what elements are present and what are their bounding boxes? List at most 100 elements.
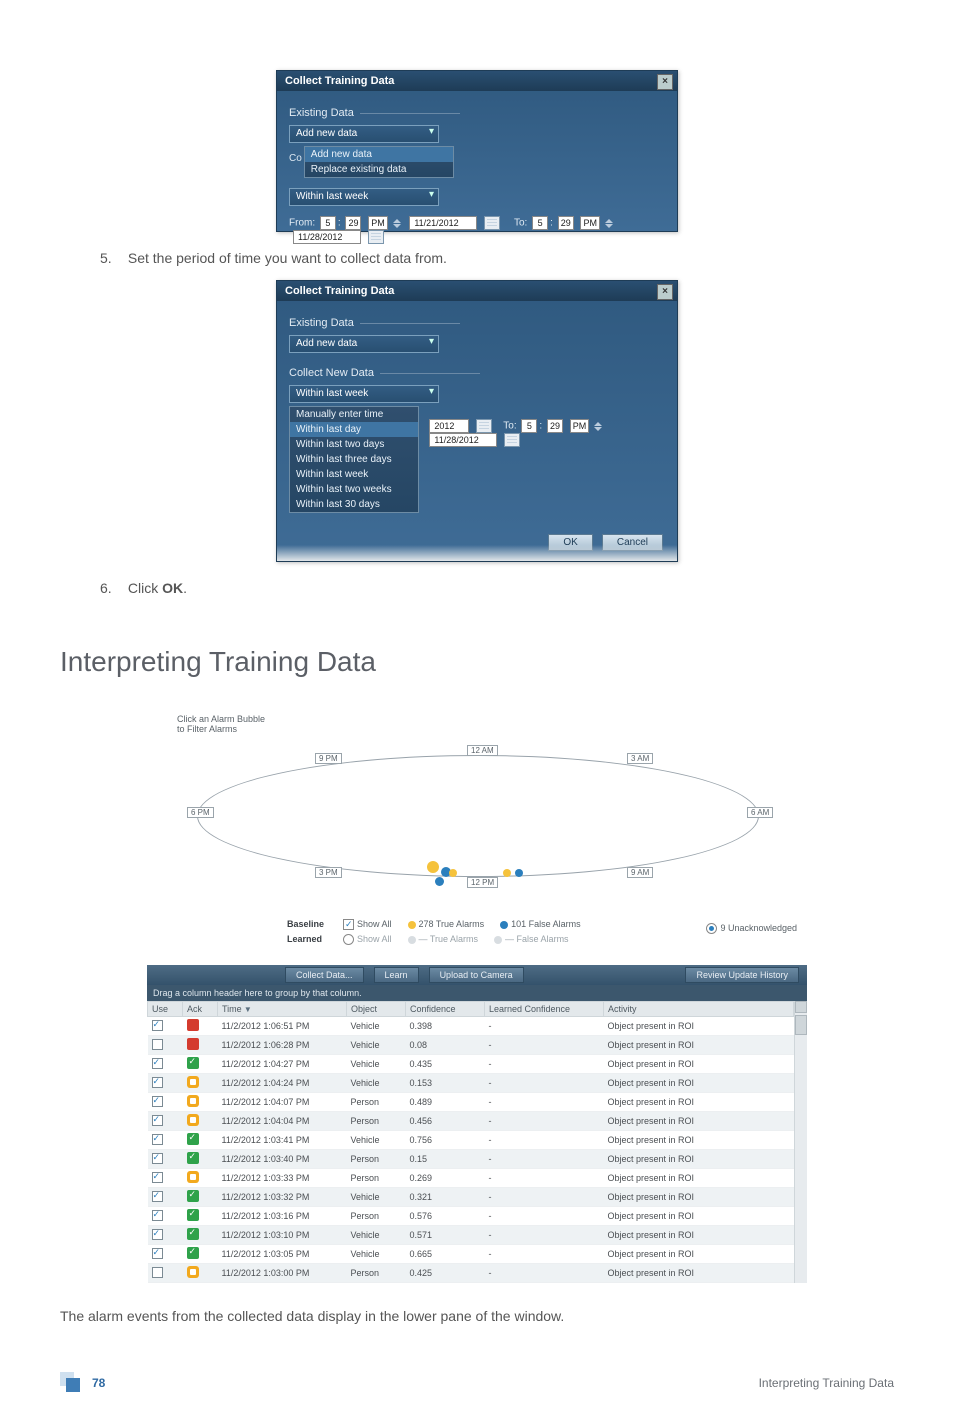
ack-icon[interactable]: [187, 1076, 199, 1088]
ack-icon[interactable]: [187, 1209, 199, 1221]
period-menu[interactable]: Manually enter time Within last day With…: [289, 406, 419, 513]
table-row[interactable]: 11/2/2012 1:03:32 PMVehicle0.321-Object …: [148, 1188, 794, 1207]
existing-data-menu[interactable]: Add new data Replace existing data: [304, 146, 454, 178]
checkbox-show-all[interactable]: [343, 919, 354, 930]
cell-activity: Object present in ROI: [604, 1207, 794, 1226]
use-checkbox[interactable]: [152, 1020, 163, 1031]
to-date[interactable]: 11/28/2012: [293, 230, 361, 244]
to-date[interactable]: 11/28/2012: [429, 433, 497, 447]
alarm-bubble[interactable]: [427, 861, 439, 873]
existing-data-combo[interactable]: Add new data: [289, 335, 439, 353]
calendar-icon[interactable]: [368, 230, 384, 244]
use-checkbox[interactable]: [152, 1267, 163, 1278]
opt-last-day[interactable]: Within last day: [290, 422, 418, 437]
ack-icon[interactable]: [187, 1038, 199, 1050]
from-ampm[interactable]: PM: [368, 216, 388, 230]
from-hour[interactable]: 5: [320, 216, 336, 230]
col-ack[interactable]: Ack: [183, 1002, 218, 1017]
col-use[interactable]: Use: [148, 1002, 183, 1017]
alarm-bubble[interactable]: [515, 869, 523, 877]
col-activity[interactable]: Activity: [604, 1002, 794, 1017]
use-checkbox[interactable]: [152, 1229, 163, 1240]
stepper-icon[interactable]: [594, 422, 604, 431]
use-checkbox[interactable]: [152, 1096, 163, 1107]
existing-data-combo[interactable]: Add new data: [289, 125, 439, 143]
table-row[interactable]: 11/2/2012 1:03:05 PMVehicle0.665-Object …: [148, 1245, 794, 1264]
radio-show-all[interactable]: [343, 934, 354, 945]
ack-icon[interactable]: [187, 1190, 199, 1202]
table-row[interactable]: 11/2/2012 1:04:04 PMPerson0.456-Object p…: [148, 1112, 794, 1131]
to-ampm[interactable]: PM: [570, 419, 590, 433]
ack-icon[interactable]: [187, 1247, 199, 1259]
to-ampm[interactable]: PM: [580, 216, 600, 230]
use-checkbox[interactable]: [152, 1172, 163, 1183]
opt-three-days[interactable]: Within last three days: [290, 452, 418, 467]
ack-icon[interactable]: [187, 1152, 199, 1164]
group-by-hint[interactable]: Drag a column header here to group by th…: [147, 985, 807, 1001]
alarm-bubble[interactable]: [449, 869, 457, 877]
table-row[interactable]: 11/2/2012 1:03:41 PMVehicle0.756-Object …: [148, 1131, 794, 1150]
to-hour[interactable]: 5: [521, 419, 537, 433]
col-learned-confidence[interactable]: Learned Confidence: [485, 1002, 604, 1017]
opt-two-weeks[interactable]: Within last two weeks: [290, 482, 418, 497]
col-confidence[interactable]: Confidence: [406, 1002, 485, 1017]
table-row[interactable]: 11/2/2012 1:03:00 PMPerson0.425-Object p…: [148, 1264, 794, 1283]
period-combo[interactable]: Within last week: [289, 385, 439, 403]
alarm-bubble[interactable]: [435, 877, 444, 886]
table-row[interactable]: 11/2/2012 1:06:28 PMVehicle0.08-Object p…: [148, 1036, 794, 1055]
use-checkbox[interactable]: [152, 1191, 163, 1202]
opt-two-days[interactable]: Within last two days: [290, 437, 418, 452]
stepper-icon[interactable]: [605, 219, 615, 228]
learn-button[interactable]: Learn: [374, 967, 419, 983]
opt-30-days[interactable]: Within last 30 days: [290, 497, 418, 512]
table-row[interactable]: 11/2/2012 1:03:16 PMPerson0.576-Object p…: [148, 1207, 794, 1226]
to-minute[interactable]: 29: [547, 419, 563, 433]
use-checkbox[interactable]: [152, 1134, 163, 1145]
table-row[interactable]: 11/2/2012 1:04:24 PMVehicle0.153-Object …: [148, 1074, 794, 1093]
ack-icon[interactable]: [187, 1133, 199, 1145]
table-row[interactable]: 11/2/2012 1:06:51 PMVehicle0.398-Object …: [148, 1017, 794, 1036]
review-history-button[interactable]: Review Update History: [685, 967, 799, 983]
from-date[interactable]: 2012: [429, 419, 469, 433]
ack-icon[interactable]: [187, 1095, 199, 1107]
table-row[interactable]: 11/2/2012 1:03:40 PMPerson0.15-Object pr…: [148, 1150, 794, 1169]
opt-manually[interactable]: Manually enter time: [290, 407, 418, 422]
col-object[interactable]: Object: [347, 1002, 406, 1017]
col-time[interactable]: Time: [218, 1002, 347, 1017]
calendar-icon[interactable]: [476, 419, 492, 433]
use-checkbox[interactable]: [152, 1210, 163, 1221]
ack-icon[interactable]: [187, 1228, 199, 1240]
table-row[interactable]: 11/2/2012 1:03:33 PMPerson0.269-Object p…: [148, 1169, 794, 1188]
table-row[interactable]: 11/2/2012 1:04:07 PMPerson0.489-Object p…: [148, 1093, 794, 1112]
use-checkbox[interactable]: [152, 1153, 163, 1164]
ack-icon[interactable]: [187, 1114, 199, 1126]
collect-data-button[interactable]: Collect Data...: [285, 967, 364, 983]
ack-icon[interactable]: [187, 1266, 199, 1278]
alarm-bubble[interactable]: [503, 869, 511, 877]
from-minute[interactable]: 29: [345, 216, 361, 230]
option-add-new[interactable]: Add new data: [305, 147, 453, 162]
calendar-icon[interactable]: [504, 433, 520, 447]
ack-icon[interactable]: [187, 1171, 199, 1183]
ack-icon[interactable]: [187, 1057, 199, 1069]
table-row[interactable]: 11/2/2012 1:04:27 PMVehicle0.435-Object …: [148, 1055, 794, 1074]
option-replace[interactable]: Replace existing data: [305, 162, 453, 177]
to-hour[interactable]: 5: [532, 216, 548, 230]
use-checkbox[interactable]: [152, 1077, 163, 1088]
close-icon[interactable]: ×: [657, 74, 673, 90]
period-combo[interactable]: Within last week: [289, 188, 439, 206]
scrollbar[interactable]: [794, 1001, 807, 1283]
opt-last-week[interactable]: Within last week: [290, 467, 418, 482]
close-icon[interactable]: ×: [657, 284, 673, 300]
from-date[interactable]: 11/21/2012: [409, 216, 477, 230]
ack-icon[interactable]: [187, 1019, 199, 1031]
table-row[interactable]: 11/2/2012 1:03:10 PMVehicle0.571-Object …: [148, 1226, 794, 1245]
use-checkbox[interactable]: [152, 1039, 163, 1050]
upload-button[interactable]: Upload to Camera: [429, 967, 524, 983]
calendar-icon[interactable]: [484, 216, 500, 230]
to-minute[interactable]: 29: [558, 216, 574, 230]
use-checkbox[interactable]: [152, 1115, 163, 1126]
stepper-icon[interactable]: [393, 219, 403, 228]
use-checkbox[interactable]: [152, 1058, 163, 1069]
use-checkbox[interactable]: [152, 1248, 163, 1259]
